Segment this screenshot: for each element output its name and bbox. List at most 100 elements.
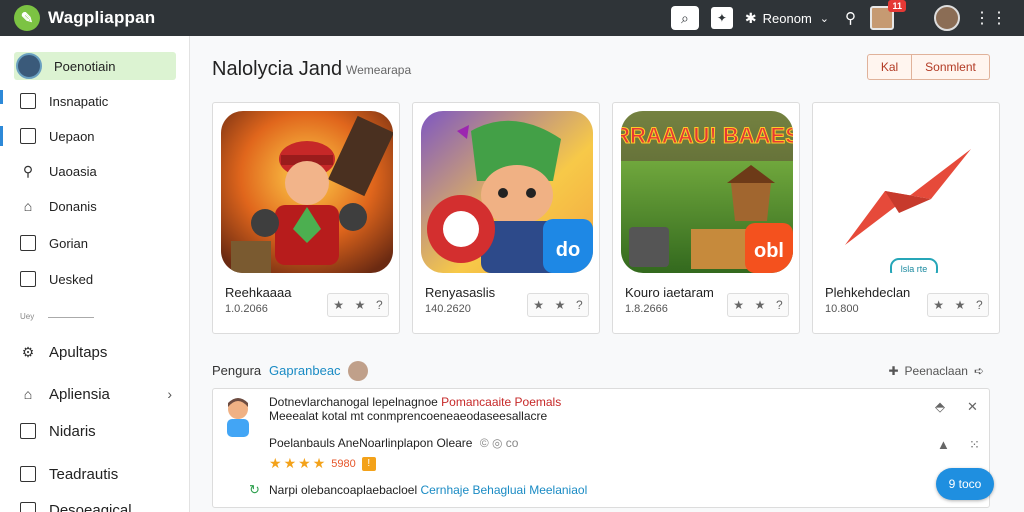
sidebar-item-uesked[interactable]: Uesked <box>16 265 178 293</box>
home-icon: ⌂ <box>23 198 33 214</box>
sidebar-section-label: Uey <box>20 312 35 321</box>
window-icon <box>20 128 36 144</box>
arrow-right-icon: ➪ <box>973 364 984 378</box>
app-icon-image: RRAAAU! BAAES obl <box>621 111 793 273</box>
section-link[interactable]: Gapranbeac <box>269 363 341 378</box>
close-icon[interactable]: ✕ <box>967 399 978 415</box>
avatar <box>16 53 42 79</box>
star-icon: ★ <box>733 298 745 312</box>
sidebar-item-profile[interactable]: Poenotiain <box>14 52 176 80</box>
app-card[interactable]: lsla rte Plehkehdeclan 10.800 ★ ★? <box>812 102 1000 334</box>
app-card-meta: 1.0.2066 <box>225 303 268 315</box>
app-card-name: Plehkehdeclan <box>825 285 911 300</box>
review-footer-link[interactable]: Cernhaje Behagluai Meelaniaol <box>420 483 587 497</box>
star-icon: ★ <box>333 298 345 312</box>
rating-widget[interactable]: ★ ★? <box>527 293 589 317</box>
review-author-text: Poelanbauls AneNoarlinplapon Oleare <box>269 436 473 450</box>
sidebar: Poenotiain Insnapatic Uepaon ⚲ Uaoasia ⌂… <box>0 36 190 512</box>
section-action[interactable]: ✚ Peenaclaan ➪ <box>888 364 984 378</box>
app-card-name: Renyasaslis <box>425 285 496 300</box>
top-bar-actions: ⌕ ✦ ✱ Reonom ⌄ ⚲ 11 ⋮⋮ <box>670 0 1024 36</box>
gear-icon: ⚙ <box>21 343 35 360</box>
notification-badge: 11 <box>888 0 906 12</box>
app-card-name: Kouro iaetaram <box>625 285 714 300</box>
app-card-meta: 10.800 <box>825 303 859 315</box>
header-actions: Kal Sonmlent <box>867 54 990 80</box>
user-avatar[interactable] <box>934 5 960 31</box>
sidebar-item-desoeagical[interactable]: Desoeagical <box>16 496 178 512</box>
rating-widget[interactable]: ★ ★? <box>927 293 989 317</box>
info-icon: ? <box>576 298 583 312</box>
sidebar-item-label: Apultaps <box>49 343 108 361</box>
star-icon: ★ <box>954 298 966 312</box>
review-title: Dotnevlarchanogal lepelnagnoe Pomancaait… <box>269 395 561 409</box>
account-menu-label[interactable]: Reonom <box>763 11 812 26</box>
app-icon-image: do <box>421 111 593 273</box>
app-card[interactable]: RRAAAU! BAAES obl Kouro iaetaram 1.8.266… <box>612 102 800 334</box>
square-icon <box>20 235 36 251</box>
square-icon <box>20 423 36 439</box>
avatar <box>348 361 368 381</box>
square-icon <box>20 502 36 512</box>
sidebar-item-label: Uepaon <box>49 128 95 144</box>
app-logo-icon[interactable]: ✎ <box>14 5 40 31</box>
refresh-icon: ↻ <box>249 482 260 497</box>
rating-widget[interactable]: ★ ★? <box>327 293 389 317</box>
star-icon: ★ <box>312 455 326 471</box>
sidebar-item-label: Apliensia <box>49 385 110 403</box>
search-icon-secondary[interactable]: ⚲ <box>845 9 856 27</box>
sidebar-item-apultaps[interactable]: ⚙ Apultaps <box>16 338 178 366</box>
sidebar-item-nidaris[interactable]: Nidaris <box>16 417 178 445</box>
review-stars: ★ ★ ★ ★ 5980 ! <box>269 455 376 472</box>
flag-icon[interactable]: ! <box>361 456 376 471</box>
app-card[interactable]: Reehkaaaa 1.0.2066 ★ ★? <box>212 102 400 334</box>
app-card-name: Reehkaaaa <box>225 285 292 300</box>
chevron-right-icon[interactable]: › <box>167 386 172 402</box>
notifications-avatar[interactable]: 11 <box>870 0 906 30</box>
sidebar-item-label: Gorian <box>49 235 89 251</box>
star-icon: ★ <box>533 298 545 312</box>
grid-icon[interactable]: ✦ <box>710 7 733 29</box>
review-score: 5980 <box>331 457 356 470</box>
sidebar-active-marker <box>0 126 3 146</box>
chevron-down-icon[interactable]: ⌄ <box>820 12 829 25</box>
info-icon: ? <box>776 298 783 312</box>
like-icon[interactable]: ▲ <box>937 437 950 452</box>
star-icon: ★ <box>933 298 945 312</box>
app-card[interactable]: do Renyasaslis 140.2620 ★ ★? <box>412 102 600 334</box>
review-title-highlight: Pomancaaite Poemals <box>441 395 562 409</box>
review-body: Meeealat kotal mt conmprencoeneaeodasees… <box>269 409 548 423</box>
more-icon[interactable]: ⁙ <box>969 437 980 453</box>
sidebar-item-uepaon[interactable]: Uepaon <box>16 122 178 150</box>
app-card-meta: 140.2620 <box>425 303 471 315</box>
pin-icon[interactable]: ⬘ <box>935 399 945 415</box>
sidebar-item-gorian[interactable]: Gorian <box>16 229 178 257</box>
sidebar-item-label: Nidaris <box>49 422 96 440</box>
search-icon[interactable]: ⌕ <box>670 6 699 30</box>
primary-action-button[interactable]: Kal <box>867 54 912 80</box>
sidebar-item-label: Uaoasia <box>49 163 97 179</box>
secondary-action-button[interactable]: Sonmlent <box>912 54 990 80</box>
sidebar-item-teadrautis[interactable]: Teadrautis <box>16 460 178 488</box>
sidebar-item-apliensia[interactable]: ⌂ Apliensia › <box>16 380 178 408</box>
square-icon <box>20 93 36 109</box>
section-action-label: Peenaclaan <box>904 364 968 378</box>
floating-action-button[interactable]: 9 toco <box>936 468 994 500</box>
main-content: Nalolycia Jand Wemearapa Kal Sonmlent Re… <box>190 36 1024 512</box>
sidebar-item-label: Poenotiain <box>54 58 116 74</box>
app-card-meta: 1.8.2666 <box>625 303 668 315</box>
sidebar-item-insnapatic[interactable]: Insnapatic <box>16 87 178 115</box>
sidebar-divider <box>48 317 94 318</box>
square-icon <box>20 466 36 482</box>
more-options-icon[interactable]: ⋮⋮ <box>974 8 1008 28</box>
rating-widget[interactable]: ★ ★? <box>727 293 789 317</box>
review-title-text: Dotnevlarchanogal lepelnagnoe <box>269 395 442 409</box>
star-icon: ★ <box>754 298 766 312</box>
gear-icon[interactable]: ✱ <box>745 10 757 27</box>
sidebar-item-uaoasia[interactable]: ⚲ Uaoasia <box>16 157 178 185</box>
sidebar-item-label: Desoeagical <box>49 501 132 512</box>
star-icon: ★ <box>298 455 311 471</box>
sidebar-marker <box>0 90 3 104</box>
info-icon: ? <box>376 298 383 312</box>
sidebar-item-donanis[interactable]: ⌂ Donanis <box>16 192 178 220</box>
